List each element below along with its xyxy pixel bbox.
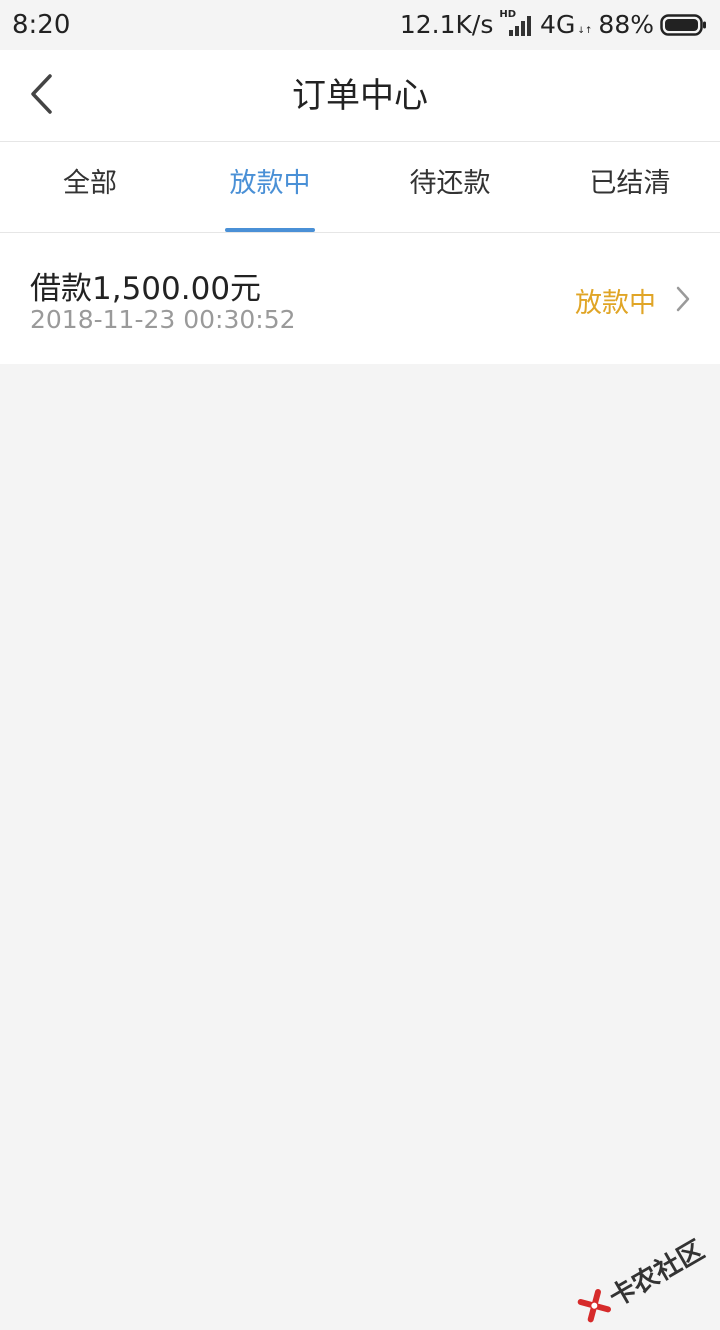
status-right: 12.1K/s HD 4G ↓↑ 88%	[400, 10, 708, 39]
battery-percent: 88%	[598, 10, 654, 39]
order-amount: 借款1,500.00元	[30, 263, 261, 308]
network-speed: 12.1K/s	[400, 10, 494, 39]
watermark-text: 卡农社区	[601, 1230, 710, 1314]
tab-bar: 全部 放款中 待还款 已结清	[0, 142, 720, 233]
network-type: 4G	[540, 10, 575, 39]
chevron-right-icon	[674, 285, 692, 317]
active-tab-indicator	[225, 228, 315, 232]
battery-icon	[660, 13, 708, 37]
status-bar: 8:20 12.1K/s HD 4G ↓↑ 88%	[0, 0, 720, 50]
status-time: 8:20	[12, 10, 70, 40]
order-list-item[interactable]: 借款1,500.00元 2018-11-23 00:30:52 放款中	[0, 233, 720, 364]
data-activity-icon: ↓↑	[577, 26, 592, 36]
order-datetime: 2018-11-23 00:30:52	[30, 305, 296, 334]
tab-label: 已结清	[590, 168, 671, 199]
tab-label: 放款中	[230, 168, 311, 199]
tab-disbursing[interactable]: 放款中	[180, 142, 360, 232]
tab-settled[interactable]: 已结清	[540, 142, 720, 232]
tab-label: 待还款	[410, 168, 491, 199]
order-status: 放款中	[575, 281, 656, 320]
tab-pending-repayment[interactable]: 待还款	[360, 142, 540, 232]
hd-label: HD	[499, 9, 516, 20]
tab-label: 全部	[63, 168, 117, 199]
header-bar: 订单中心	[0, 50, 720, 142]
tab-all[interactable]: 全部	[0, 142, 180, 232]
page-title: 订单中心	[0, 50, 720, 142]
